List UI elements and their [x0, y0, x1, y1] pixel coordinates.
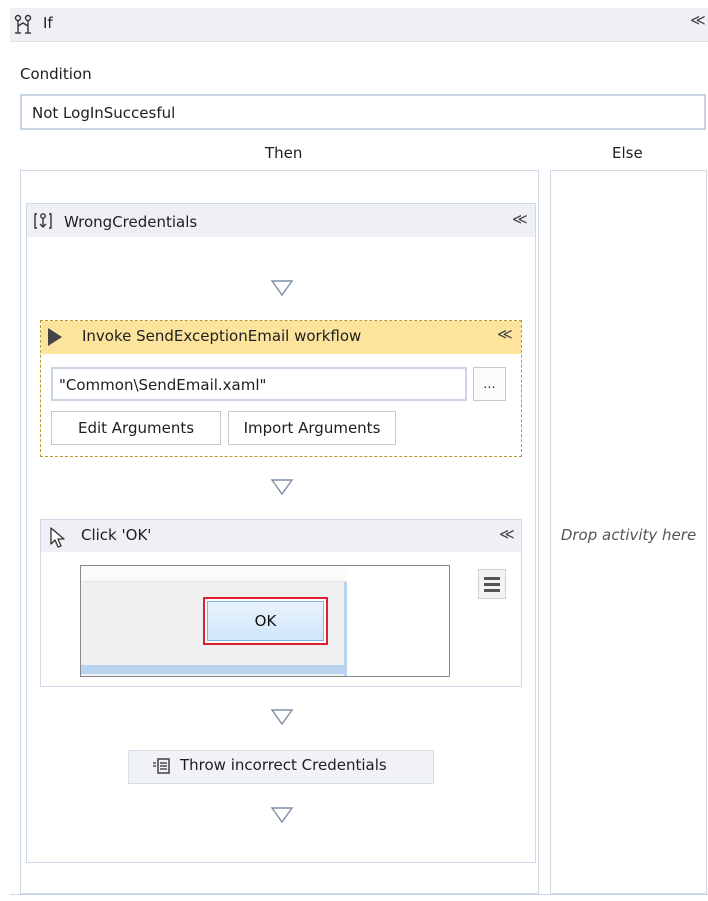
invoke-workflow-title: Invoke SendExceptionEmail workflow	[82, 327, 362, 345]
down-triangle-icon	[270, 807, 294, 824]
browse-button[interactable]: ...	[473, 367, 506, 401]
drop-activity-hint: Drop activity here	[560, 526, 697, 544]
condition-input[interactable]: Not LogInSuccesful	[20, 94, 706, 130]
hamburger-menu-icon[interactable]	[478, 569, 506, 599]
throw-icon	[153, 758, 170, 774]
screenshot-title-strip	[81, 566, 347, 582]
condition-label: Condition	[20, 65, 92, 83]
click-activity-title: Click 'OK'	[81, 526, 152, 544]
menu-line	[484, 589, 500, 592]
menu-line	[484, 577, 500, 580]
then-label: Then	[265, 144, 303, 162]
screenshot-ok-button: OK	[207, 601, 324, 641]
down-triangle-icon	[270, 479, 294, 496]
import-arguments-button[interactable]: Import Arguments	[228, 411, 396, 445]
workflow-path-input[interactable]: "Common\SendEmail.xaml"	[51, 367, 467, 401]
click-collapse-button[interactable]: ≪	[499, 527, 515, 542]
cursor-icon	[50, 527, 65, 548]
invoke-collapse-button[interactable]: ≪	[497, 327, 513, 342]
throw-activity-title: Throw incorrect Credentials	[180, 756, 387, 774]
down-triangle-icon	[270, 709, 294, 726]
sequence-title: WrongCredentials	[64, 213, 198, 231]
edit-arguments-button[interactable]: Edit Arguments	[51, 411, 221, 445]
screenshot-bottom-strip	[81, 665, 347, 674]
if-activity-header[interactable]	[10, 8, 708, 42]
play-icon	[48, 328, 62, 346]
if-collapse-button[interactable]: ≪	[690, 13, 706, 28]
down-triangle-icon	[270, 280, 294, 297]
menu-line	[484, 583, 500, 586]
sequence-icon	[34, 213, 52, 229]
divider	[10, 894, 708, 895]
sequence-collapse-button[interactable]: ≪	[512, 212, 528, 227]
if-branch-icon	[14, 14, 32, 34]
else-label: Else	[612, 144, 643, 162]
if-title: If	[43, 14, 53, 32]
